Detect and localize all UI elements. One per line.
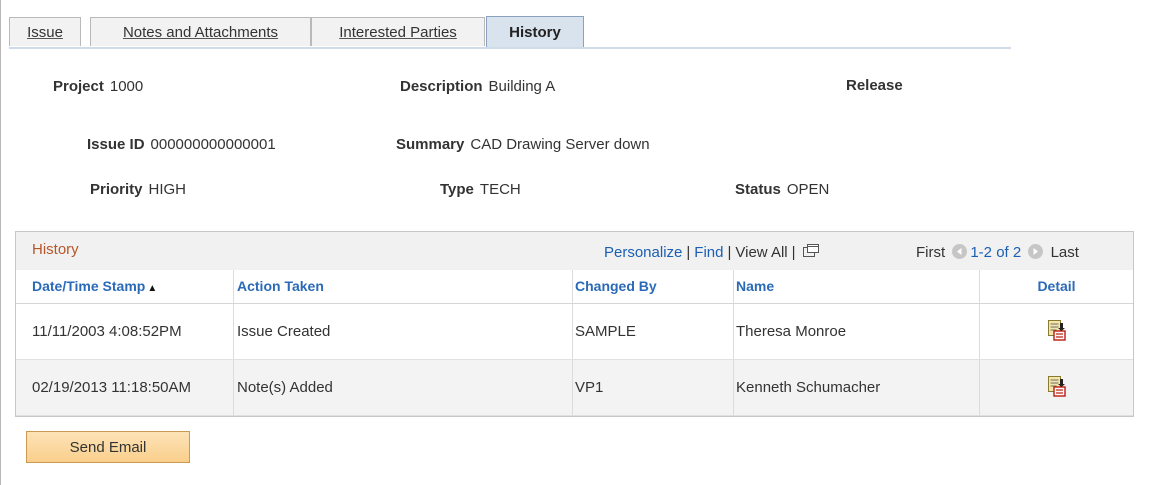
- priority-label: Priority: [90, 181, 143, 198]
- status-label: Status: [735, 181, 781, 198]
- summary-label: Summary: [396, 136, 465, 153]
- grid-pagination: First 1-2 of 2 Last: [916, 244, 1079, 261]
- detail-document-icon[interactable]: [1047, 375, 1067, 397]
- table-row: 02/19/2013 11:18:50AM Note(s) Added VP1 …: [16, 360, 1133, 416]
- page-left-border: [0, 0, 1, 485]
- type-value: TECH: [479, 181, 521, 198]
- tab-interested-parties[interactable]: Interested Parties: [311, 17, 485, 46]
- description-field: Description Building A: [400, 78, 555, 95]
- action-cell: Note(s) Added: [234, 360, 573, 415]
- priority-value: HIGH: [148, 181, 187, 198]
- next-arrow-icon[interactable]: [1028, 244, 1044, 259]
- col-header-detail: Detail: [980, 270, 1133, 304]
- col-header-changed-by[interactable]: Changed By: [573, 270, 734, 304]
- first-link[interactable]: First: [916, 244, 945, 261]
- col-header-action-taken[interactable]: Action Taken: [234, 270, 573, 304]
- col-header-date-time[interactable]: Date/Time Stamp ▲: [16, 270, 234, 304]
- separator: |: [686, 244, 691, 261]
- tab-underline: [9, 47, 1011, 49]
- sort-ascending-icon: ▲: [147, 283, 158, 294]
- grid-title: History: [32, 241, 79, 258]
- changed-by-cell: VP1: [573, 360, 734, 415]
- page-range: 1-2 of 2: [970, 244, 1022, 261]
- tab-notes-label: Notes and Attachments: [122, 23, 279, 41]
- detail-document-icon[interactable]: [1047, 319, 1067, 341]
- separator: |: [727, 244, 732, 261]
- prev-arrow-icon[interactable]: [952, 244, 968, 259]
- description-value: Building A: [488, 78, 556, 95]
- status-value: OPEN: [786, 181, 830, 198]
- col-header-action-label: Action Taken: [237, 278, 324, 294]
- detail-cell: [980, 360, 1133, 415]
- type-field: Type TECH: [440, 181, 521, 198]
- issue-id-label: Issue ID: [87, 136, 145, 153]
- type-label: Type: [440, 181, 474, 198]
- name-cell: Kenneth Schumacher: [734, 360, 980, 415]
- issue-id-value: 000000000000001: [150, 136, 276, 153]
- issue-id-field: Issue ID 000000000000001: [87, 136, 276, 153]
- popout-icon[interactable]: [802, 244, 819, 258]
- tab-notes-and-attachments[interactable]: Notes and Attachments: [90, 17, 311, 46]
- project-value: 1000: [109, 78, 144, 95]
- tab-interested-parties-label: Interested Parties: [339, 23, 457, 41]
- status-field: Status OPEN: [735, 181, 829, 198]
- description-label: Description: [400, 78, 483, 95]
- personalize-link[interactable]: Personalize: [604, 244, 682, 261]
- timestamp-cell: 02/19/2013 11:18:50AM: [16, 360, 234, 415]
- release-label: Release: [846, 77, 903, 94]
- table-row: 11/11/2003 4:08:52PM Issue Created SAMPL…: [16, 304, 1133, 360]
- tab-history-label: History: [509, 23, 561, 41]
- col-header-name-label: Name: [736, 278, 775, 294]
- summary-value: CAD Drawing Server down: [470, 136, 650, 153]
- priority-field: Priority HIGH: [90, 181, 186, 198]
- release-field: Release: [846, 77, 909, 94]
- col-header-detail-label: Detail: [1037, 278, 1076, 294]
- col-header-date-time-label: Date/Time Stamp: [32, 278, 146, 294]
- last-link[interactable]: Last: [1051, 244, 1079, 261]
- timestamp-cell: 11/11/2003 4:08:52PM: [16, 304, 234, 359]
- tab-issue[interactable]: Issue: [9, 17, 81, 46]
- find-link[interactable]: Find: [694, 244, 723, 261]
- view-all-link[interactable]: View All: [735, 244, 787, 261]
- detail-cell: [980, 304, 1133, 359]
- tab-issue-label: Issue: [27, 23, 63, 41]
- project-label: Project: [53, 78, 104, 95]
- send-email-button[interactable]: Send Email: [26, 431, 190, 463]
- summary-field: Summary CAD Drawing Server down: [396, 136, 650, 153]
- col-header-name[interactable]: Name: [734, 270, 980, 304]
- grid-title-bar: History Personalize | Find | View All | First…: [16, 232, 1133, 271]
- project-field: Project 1000: [53, 78, 143, 95]
- name-cell: Theresa Monroe: [734, 304, 980, 359]
- separator: |: [791, 244, 796, 261]
- tab-history[interactable]: History: [486, 16, 584, 47]
- changed-by-cell: SAMPLE: [573, 304, 734, 359]
- col-header-changed-by-label: Changed By: [575, 278, 657, 294]
- action-cell: Issue Created: [234, 304, 573, 359]
- history-grid: History Personalize | Find | View All | First…: [15, 231, 1134, 417]
- grid-toolbar: Personalize | Find | View All |: [604, 244, 819, 261]
